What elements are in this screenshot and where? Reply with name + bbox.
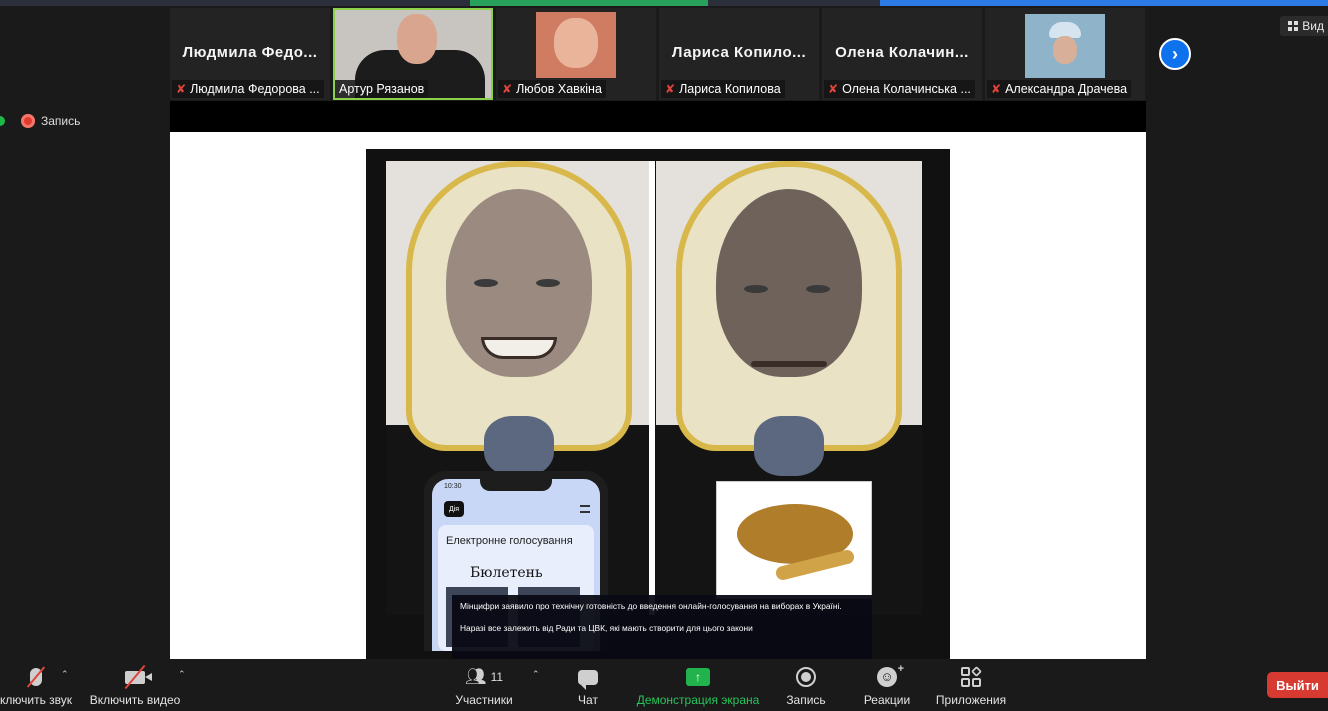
slide-divider [649, 161, 655, 615]
record-dot-icon [21, 114, 35, 128]
slide-image-eye [806, 285, 830, 293]
apps-label: Приложения [935, 693, 1007, 707]
record-label: Запись [786, 693, 826, 707]
slide-image-frown [751, 361, 827, 367]
reactions-button[interactable]: ☺ Реакции [860, 659, 914, 709]
caption-line: Мінцифри заявило про технічну готовність… [460, 601, 842, 611]
share-screen-arrow-icon: ↑ [686, 668, 710, 686]
participant-name: Артур Рязанов [339, 82, 425, 96]
participant-label: ✘ Олена Колачинська ... [824, 80, 975, 98]
slide-image-scarf-knot [754, 416, 824, 476]
participants-label: Участники [455, 693, 513, 707]
participant-label: ✘ Любов Хавкіна [498, 80, 606, 98]
chevron-right-icon: › [1172, 43, 1178, 64]
participants-button[interactable]: 👥︎ 11 Участники [446, 665, 522, 709]
participant-tile[interactable]: Олена Колачин... ✘ Олена Колачинська ... [822, 8, 982, 100]
slide-image-face-grim [716, 189, 862, 377]
participant-label: Артур Рязанов [335, 80, 429, 98]
top-status-bar [0, 0, 1328, 6]
apps-button[interactable]: Приложения [932, 665, 1010, 709]
leave-label: Выйти [1276, 677, 1319, 693]
participant-tile[interactable]: ✘ Любов Хавкіна [496, 8, 656, 100]
reactions-label: Реакции [863, 693, 911, 707]
top-status-segment-green [470, 0, 708, 6]
participant-name: Любов Хавкіна [516, 82, 602, 96]
recording-indicator[interactable]: Запись [0, 114, 80, 128]
slide-buckwheat-image [716, 481, 872, 599]
connection-status-marker [0, 116, 5, 126]
mic-muted-icon: ✘ [176, 82, 187, 96]
participant-display-name: Людмила Федо... [182, 44, 318, 61]
video-options-chevron-up-icon[interactable]: ⌃ [178, 669, 186, 680]
shared-screen: 10:30 Дія Електронне голосування Бюлетен… [170, 101, 1146, 659]
meeting-toolbar: ключить звук ⌃ Включить видео ⌃ 👥︎ 11 Уч… [0, 659, 1328, 711]
leave-meeting-button[interactable]: Выйти [1267, 672, 1328, 698]
share-screen-label: Демонстрация экрана [636, 693, 760, 707]
participant-label: ✘ Людмила Федорова ... [172, 80, 324, 98]
participants-icon: 👥︎ [464, 667, 487, 686]
slide-image-smile [481, 337, 557, 359]
participant-name: Лариса Копилова [679, 82, 781, 96]
participant-name: Олена Колачинська ... [842, 82, 971, 96]
slide-image-scarf-knot [484, 416, 554, 476]
participant-display-name: Лариса Копило... [671, 44, 807, 61]
chat-label: Чат [578, 693, 598, 707]
chat-bubble-icon [578, 669, 598, 690]
mic-muted-icon: ✘ [991, 82, 1002, 96]
caption-line: Наразі все залежить від Ради та ЦВК, які… [460, 623, 753, 633]
phone-notch [480, 479, 552, 491]
shared-screen-top-bar [170, 101, 1146, 132]
start-video-label: Включить видео [89, 693, 181, 707]
participants-options-chevron-up-icon[interactable]: ⌃ [532, 669, 540, 680]
diia-logo: Дія [444, 501, 464, 517]
audio-options-chevron-up-icon[interactable]: ⌃ [61, 669, 69, 680]
apps-icon [961, 666, 982, 687]
next-page-button[interactable]: › [1159, 38, 1191, 70]
mic-muted-icon: ✘ [828, 82, 839, 96]
participant-name: Александра Драчева [1005, 82, 1128, 96]
participant-label: ✘ Александра Драчева [987, 80, 1132, 98]
participant-video-face [1053, 36, 1077, 64]
chat-button[interactable]: Чат [566, 665, 610, 709]
phone-heading: Електронне голосування [446, 535, 573, 547]
recording-label: Запись [41, 114, 81, 128]
participant-tile-active-speaker[interactable]: Артур Рязанов [333, 8, 493, 100]
participant-display-name: Олена Колачин... [835, 44, 969, 61]
start-video-button[interactable]: Включить видео [86, 664, 184, 709]
view-button[interactable]: Вид [1280, 16, 1328, 36]
top-status-segment-blue [880, 0, 1328, 6]
participant-name: Людмила Федорова ... [190, 82, 320, 96]
view-button-label: Вид [1302, 19, 1324, 33]
slide-image-eye [474, 279, 498, 287]
slide-caption: Мінцифри заявило про технічну готовність… [452, 595, 872, 659]
slide-image-eye [536, 279, 560, 287]
mic-muted-icon: ✘ [665, 82, 676, 96]
participant-video-face [397, 14, 437, 64]
unmute-label: ключить звук [0, 693, 73, 707]
mic-muted-icon: ✘ [502, 82, 513, 96]
participant-video-face [554, 18, 598, 68]
participant-tile[interactable]: ✘ Александра Драчева [985, 8, 1145, 100]
participants-strip: Людмила Федо... ✘ Людмила Федорова ... А… [170, 8, 1146, 100]
record-button[interactable]: Запись [782, 665, 830, 709]
shared-slide: 10:30 Дія Електронне голосування Бюлетен… [366, 149, 950, 659]
phone-ballot-title: Бюлетень [470, 565, 543, 581]
share-screen-button[interactable]: ↑ Демонстрация экрана [634, 665, 762, 709]
participants-count: 11 [490, 670, 504, 684]
phone-time: 10:30 [444, 483, 462, 490]
slide-image-eye [744, 285, 768, 293]
grid-icon [1288, 21, 1299, 31]
record-icon [796, 667, 816, 687]
participant-label: ✘ Лариса Копилова [661, 80, 785, 98]
participant-tile[interactable]: Лариса Копило... ✘ Лариса Копилова [659, 8, 819, 100]
menu-icon [580, 505, 590, 513]
participant-tile[interactable]: Людмила Федо... ✘ Людмила Федорова ... [170, 8, 330, 100]
smiley-reaction-icon: ☺ [877, 659, 904, 687]
